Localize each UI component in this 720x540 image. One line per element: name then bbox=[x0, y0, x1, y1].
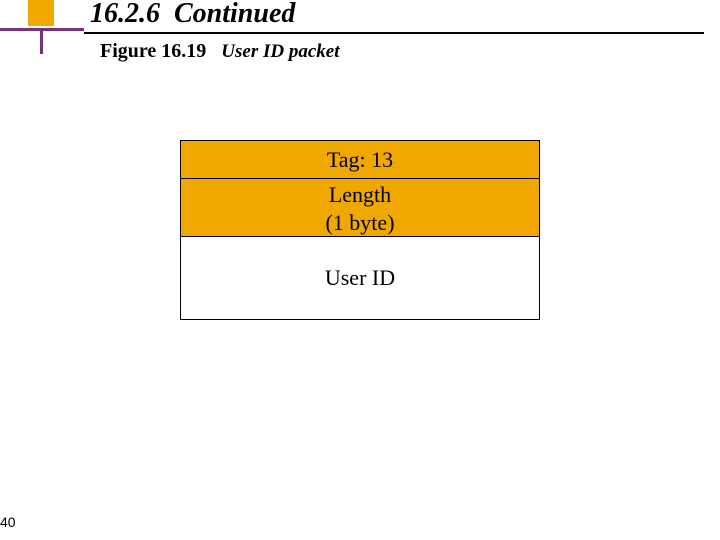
slide-bullet-icon bbox=[28, 0, 54, 26]
heading-underline bbox=[84, 32, 704, 34]
figure-caption: Figure 16.19 User ID packet bbox=[100, 40, 340, 63]
page-number: 40 bbox=[0, 514, 16, 530]
figure-title: User ID packet bbox=[221, 41, 339, 62]
packet-diagram: Tag: 13 Length (1 byte) User ID bbox=[180, 140, 540, 320]
packet-length-line2: (1 byte) bbox=[181, 209, 539, 237]
slide-decor-vline bbox=[40, 28, 43, 54]
packet-length-line1: Length bbox=[181, 181, 539, 209]
section-heading: 16.2.6 Continued bbox=[90, 0, 295, 30]
packet-body-row: User ID bbox=[181, 237, 539, 319]
packet-length-row: Length (1 byte) bbox=[181, 179, 539, 237]
figure-label: Figure 16.19 bbox=[100, 40, 206, 62]
section-word: Continued bbox=[174, 0, 295, 29]
section-number: 16.2.6 bbox=[90, 0, 160, 29]
packet-tag-row: Tag: 13 bbox=[181, 141, 539, 179]
